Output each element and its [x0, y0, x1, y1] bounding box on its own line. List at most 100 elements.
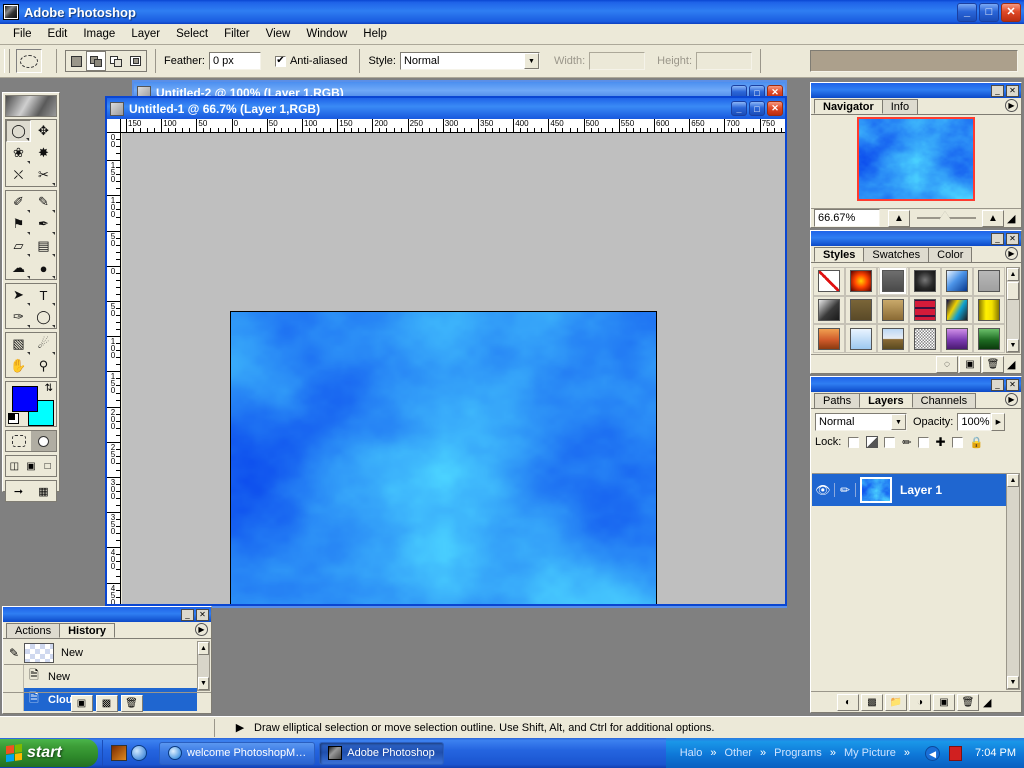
- style-swatch-6[interactable]: [813, 295, 845, 325]
- tool-brush[interactable]: ✎: [31, 191, 56, 213]
- layers-title-bar[interactable]: _ ✕: [811, 377, 1021, 392]
- tab-navigator[interactable]: Navigator: [814, 99, 883, 114]
- full-screen-with-menubar-button[interactable]: ▣: [22, 456, 40, 476]
- scroll-thumb[interactable]: [1007, 282, 1019, 300]
- new-layer-button[interactable]: ▣: [933, 693, 955, 711]
- chevron-right-icon[interactable]: »: [830, 747, 836, 759]
- menu-image[interactable]: Image: [76, 26, 122, 42]
- browser-icon[interactable]: [131, 745, 147, 761]
- styles-minimize-button[interactable]: _: [991, 232, 1004, 245]
- desk-group-my-picture[interactable]: My Picture: [844, 747, 896, 759]
- document-window-untitled-1[interactable]: Untitled-1 @ 66.7% (Layer 1,RGB) _ □ ✕ 1…: [105, 96, 787, 606]
- minimize-button[interactable]: _: [957, 2, 977, 22]
- style-swatch-9[interactable]: [909, 295, 941, 325]
- desk-group-halo[interactable]: Halo: [680, 747, 703, 759]
- lock-all-checkbox[interactable]: [951, 436, 963, 448]
- style-swatch-16[interactable]: [941, 324, 973, 353]
- tab-swatches[interactable]: Swatches: [863, 247, 930, 262]
- layers-list[interactable]: 👁 ✏ Layer 1: [812, 473, 1006, 690]
- navigator-palette[interactable]: _ ✕ Navigator Info ▶ 66.67% ▲ ▲ ◢: [810, 82, 1022, 228]
- standard-mask-mode-button[interactable]: [6, 431, 31, 451]
- document-canvas-area[interactable]: [122, 133, 785, 604]
- media-player-icon[interactable]: [111, 745, 127, 761]
- styles-close-button[interactable]: ✕: [1006, 232, 1019, 245]
- style-swatch-none[interactable]: [813, 267, 845, 296]
- close-button[interactable]: ✕: [1001, 2, 1021, 22]
- eye-icon[interactable]: 👁: [812, 483, 834, 497]
- layers-minimize-button[interactable]: _: [991, 378, 1004, 391]
- toolbox[interactable]: ◯ ✥ ❀ ✸ ⛌ ✂ ✐ ✎ ⚑ ✒ ▱ ▤ ☁ ● ➤ T ✑ ◯ ▧ ☄ …: [2, 92, 60, 502]
- tool-pen[interactable]: ✑: [6, 306, 31, 328]
- intersect-with-selection-button[interactable]: [126, 51, 146, 71]
- new-snapshot-button[interactable]: ▩: [95, 694, 118, 712]
- list-item[interactable]: 🗎 New: [4, 665, 197, 688]
- tab-color[interactable]: Color: [928, 247, 973, 262]
- lock-image-pixels-checkbox[interactable]: [884, 436, 896, 448]
- adjustment-layer-button[interactable]: ◑: [909, 693, 931, 711]
- antivirus-icon[interactable]: [949, 745, 963, 761]
- brush-icon[interactable]: ✏: [834, 483, 856, 497]
- layers-palette[interactable]: _ ✕ Paths Layers Channels ▶ Normal ▼ Opa…: [810, 376, 1022, 713]
- style-swatch-10[interactable]: [941, 295, 973, 325]
- palette-menu-icon[interactable]: ▶: [1005, 247, 1018, 260]
- taskbar-button-adobe-photoshop[interactable]: Adobe Photoshop: [319, 741, 444, 765]
- style-swatch-11[interactable]: [973, 295, 1005, 325]
- new-selection-button[interactable]: [66, 51, 86, 71]
- tool-path-selection[interactable]: ➤: [6, 284, 31, 306]
- lock-position-checkbox[interactable]: [917, 436, 929, 448]
- tool-hand[interactable]: ✋: [6, 355, 31, 377]
- tool-elliptical-marquee[interactable]: ◯: [6, 120, 31, 142]
- style-swatch-4[interactable]: [941, 267, 973, 296]
- history-snapshot-row[interactable]: ✎ New: [4, 641, 197, 665]
- tool-gradient[interactable]: ▤: [31, 235, 56, 257]
- tool-healing-brush[interactable]: ✐: [6, 191, 31, 213]
- resize-grip-icon[interactable]: ◢: [1007, 358, 1019, 371]
- navigator-minimize-button[interactable]: _: [991, 84, 1004, 97]
- tool-notes[interactable]: ▧: [6, 333, 31, 355]
- quick-mask-mode-button[interactable]: [31, 431, 56, 451]
- tab-info[interactable]: Info: [881, 99, 919, 114]
- desk-group-other[interactable]: Other: [724, 747, 752, 759]
- opacity-input[interactable]: 100%: [957, 413, 992, 431]
- tool-eraser[interactable]: ▱: [6, 235, 31, 257]
- full-screen-mode-button[interactable]: □: [39, 456, 56, 476]
- document-maximize-button[interactable]: □: [749, 101, 765, 116]
- menu-help[interactable]: Help: [356, 26, 394, 42]
- menu-edit[interactable]: Edit: [41, 26, 75, 42]
- palette-menu-icon[interactable]: ▶: [195, 623, 208, 636]
- palette-menu-icon[interactable]: ▶: [1005, 99, 1018, 112]
- layer-name[interactable]: Layer 1: [900, 483, 942, 497]
- tool-lasso[interactable]: ❀: [6, 142, 31, 164]
- styles-scrollbar[interactable]: ▲ ▼: [1006, 267, 1020, 353]
- scroll-down-icon[interactable]: ▼: [1007, 339, 1019, 352]
- ruler-horizontal[interactable]: 150 100 50 0 50 100 150 200 250 300 350 400 450 500 55…: [121, 119, 785, 133]
- style-swatch-17[interactable]: [973, 324, 1005, 353]
- clock[interactable]: 7:04 PM: [975, 747, 1016, 759]
- styles-title-bar[interactable]: _ ✕: [811, 231, 1021, 246]
- options-bar-grip[interactable]: [4, 49, 10, 73]
- subtract-from-selection-button[interactable]: [106, 51, 126, 71]
- taskbar-button-welcome-photoshop[interactable]: welcome PhotoshopM…: [159, 741, 316, 765]
- edit-in-imageready-button[interactable]: ▦: [31, 481, 56, 501]
- style-select[interactable]: Normal ▼: [399, 52, 540, 70]
- history-state-label[interactable]: New: [48, 671, 70, 683]
- feather-input[interactable]: 0 px: [208, 52, 261, 70]
- tab-paths[interactable]: Paths: [814, 393, 861, 408]
- add-to-selection-button[interactable]: [86, 51, 106, 71]
- layer-mask-button[interactable]: ▩: [861, 693, 883, 711]
- tool-zoom[interactable]: ⚲: [31, 355, 56, 377]
- style-swatch-12[interactable]: [813, 324, 845, 353]
- scroll-up-icon[interactable]: ▲: [1007, 474, 1019, 487]
- style-swatch-5[interactable]: [973, 267, 1005, 296]
- style-swatch-15[interactable]: [909, 324, 941, 353]
- navigator-preview-area[interactable]: [811, 115, 1021, 203]
- tool-dodge[interactable]: ●: [31, 257, 56, 279]
- start-button[interactable]: start: [0, 739, 98, 767]
- palette-well[interactable]: [810, 50, 1018, 72]
- history-minimize-button[interactable]: _: [181, 608, 194, 621]
- document-minimize-button[interactable]: _: [731, 101, 747, 116]
- history-brush-source-icon[interactable]: ✎: [4, 646, 24, 660]
- tab-channels[interactable]: Channels: [911, 393, 977, 408]
- tool-eyedropper[interactable]: ☄: [31, 333, 56, 355]
- lock-transparent-pixels-checkbox[interactable]: [848, 436, 860, 448]
